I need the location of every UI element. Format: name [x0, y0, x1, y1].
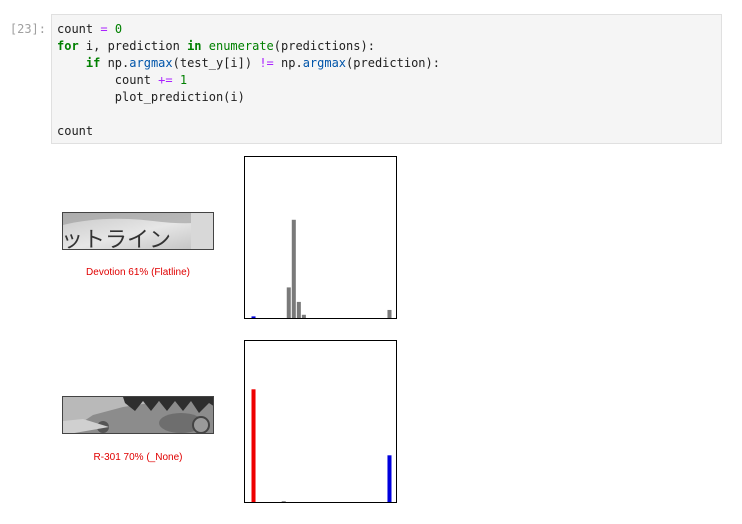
code-token: argmax — [129, 56, 173, 70]
code-editor[interactable]: count = 0 for i, prediction in enumerate… — [57, 21, 440, 140]
probability-bar — [291, 219, 296, 318]
probability-bar — [251, 389, 256, 502]
cell-prompt: [23]: — [9, 22, 46, 36]
code-token: argmax — [302, 56, 347, 70]
code-token: 1 — [179, 73, 188, 87]
code-token: (predictions): — [273, 39, 375, 53]
code-token: plot_prediction(i) — [57, 90, 245, 104]
prediction-caption-1: Devotion 61% (Flatline) — [86, 267, 190, 278]
code-token: i, prediction — [78, 39, 188, 53]
code-token: if — [85, 56, 101, 70]
probability-bar — [387, 309, 392, 318]
code-token: += — [158, 73, 173, 87]
output-image-1: ットライン — [62, 212, 214, 250]
probability-bar — [301, 314, 306, 318]
probability-plot-2 — [244, 340, 397, 503]
code-token: count — [57, 124, 94, 138]
code-cell[interactable]: count = 0 for i, prediction in enumerate… — [51, 14, 722, 144]
code-token: in — [187, 39, 202, 53]
code-token: 0 — [114, 22, 123, 36]
probability-bars-2 — [251, 389, 392, 502]
probability-bar — [296, 301, 301, 318]
code-token: enumerate — [208, 39, 274, 53]
code-token: np. — [273, 56, 303, 70]
weapon-thumbnail-2 — [63, 397, 213, 433]
code-token: np. — [100, 56, 130, 70]
prediction-caption-2: R-301 70% (_None) — [93, 452, 183, 463]
code-token: count — [57, 22, 101, 36]
code-token: (test_y[i]) — [172, 56, 260, 70]
code-token: != — [259, 56, 274, 70]
probability-bar — [286, 287, 291, 318]
code-token: (prediction): — [346, 56, 440, 70]
probability-bars-1 — [251, 219, 392, 318]
thumbnail-text-1: ットライン — [63, 228, 171, 250]
code-token: for — [57, 39, 79, 53]
output-image-2 — [62, 396, 214, 434]
probability-bar — [387, 455, 392, 502]
probability-bar — [251, 316, 256, 318]
probability-bar — [281, 501, 286, 502]
code-token: count — [57, 73, 159, 87]
weapon-thumbnail-1: ットライン — [63, 213, 213, 250]
code-token: = — [100, 22, 108, 36]
probability-plot-1 — [244, 156, 397, 319]
